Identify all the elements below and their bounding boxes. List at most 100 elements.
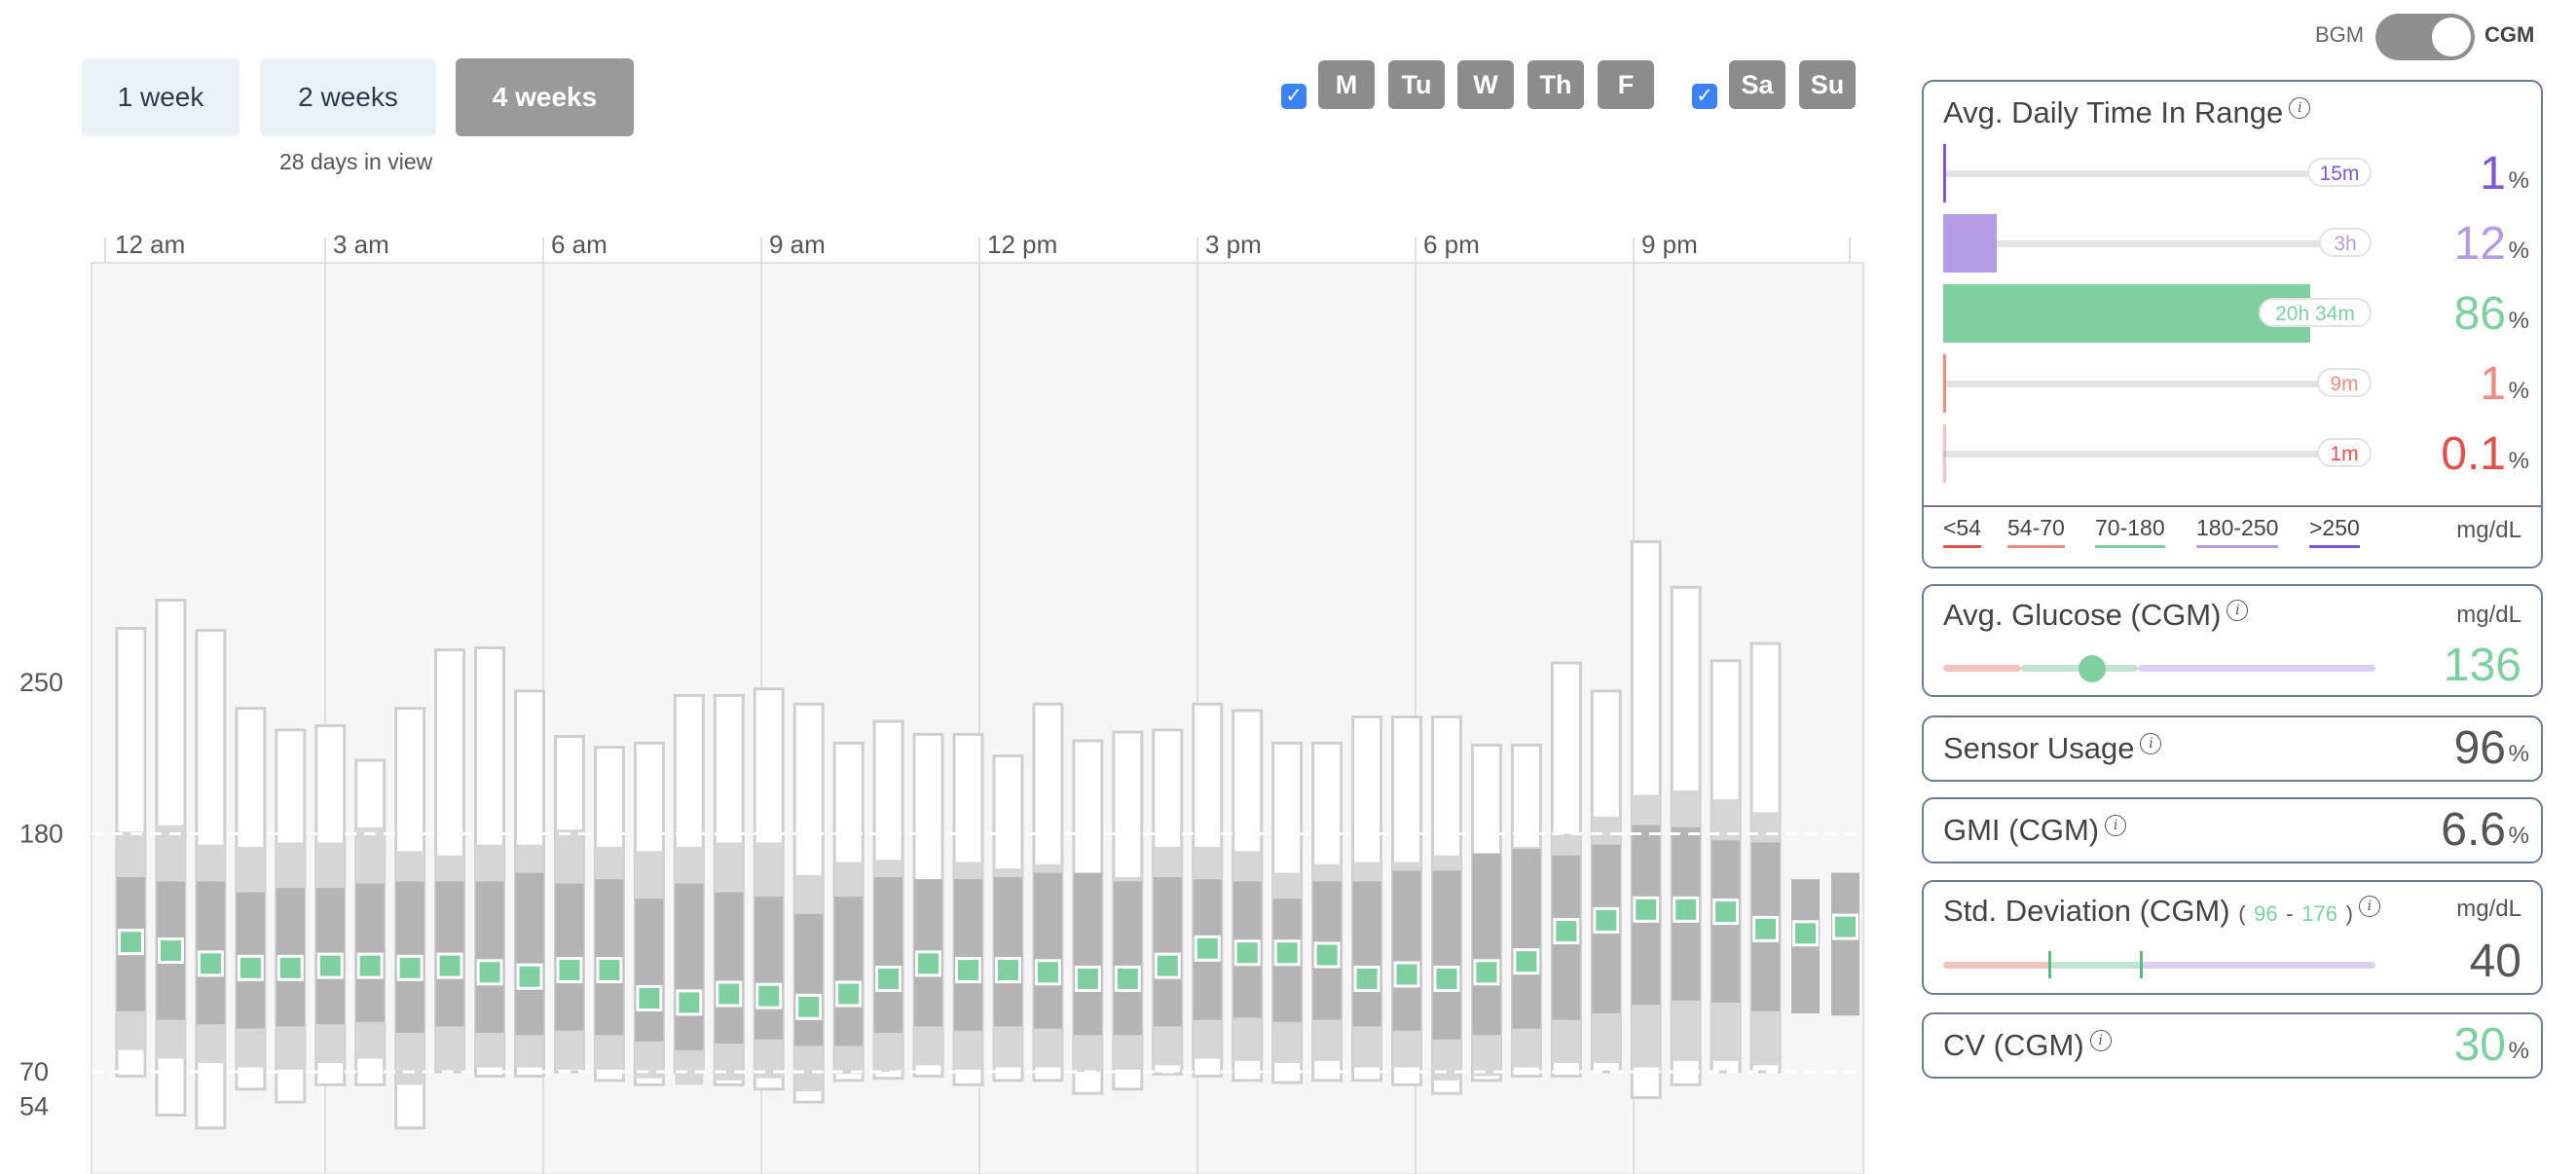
box-median — [1712, 899, 1740, 926]
one-week-button[interactable]: 1 week — [82, 58, 239, 136]
day-chip-tuesday[interactable]: Tu — [1388, 60, 1445, 109]
info-icon[interactable]: i — [2358, 895, 2380, 917]
std-deviation-title: Std. Deviation (CGM) ( 96 - 176 ) i — [1943, 894, 2380, 929]
box-median — [1473, 959, 1500, 986]
box-median — [117, 929, 144, 956]
tir-bar — [1943, 424, 1946, 483]
box-25-75 — [1472, 853, 1501, 1036]
day-chip-thursday[interactable]: Th — [1527, 60, 1584, 109]
cgm-label: CGM — [2484, 22, 2535, 47]
box-median — [1233, 939, 1261, 967]
box-25-75 — [635, 899, 664, 1042]
x-tick-label: 12 pm — [987, 230, 1057, 259]
bgm-cgm-toggle[interactable] — [2375, 14, 2475, 60]
range-bar-low — [1943, 962, 2050, 969]
box-median — [596, 957, 623, 984]
box-25-75 — [1352, 881, 1381, 1027]
info-icon[interactable]: i — [2289, 96, 2311, 119]
sensor-usage-panel: Sensor Usage i 96 % — [1922, 715, 2543, 782]
box-25-75 — [1113, 881, 1142, 1036]
box-median — [835, 980, 863, 1008]
std-low-marker — [2048, 951, 2051, 978]
range-bar-target — [2050, 962, 2142, 969]
box-median — [676, 989, 703, 1016]
box-median — [556, 957, 583, 984]
box-median — [875, 965, 902, 992]
box-median — [1752, 915, 1780, 942]
box-median — [396, 954, 423, 981]
time-in-range-panel: Avg. Daily Time In Range i 15m 1% 3h 12% 20h … — [1922, 80, 2543, 569]
percent-sign: % — [2508, 823, 2529, 849]
box-median — [1792, 920, 1820, 947]
box-median — [157, 937, 184, 965]
gmi-panel: GMI (CGM) i 6.6 % — [1922, 797, 2543, 863]
box-25-75 — [515, 872, 544, 1036]
percent-sign: % — [2508, 741, 2529, 767]
x-tick-label: 6 pm — [1423, 230, 1480, 259]
avg-glucose-marker — [2079, 655, 2106, 682]
tir-track — [1943, 240, 2372, 247]
tir-duration-pill: 1m — [2317, 438, 2372, 467]
tir-duration-pill: 20h 34m — [2259, 298, 2372, 327]
percent-sign: % — [2508, 448, 2529, 474]
std-deviation-unit: mg/dL — [2456, 896, 2521, 922]
tir-duration-pill: 3h — [2319, 228, 2372, 257]
day-chip-sunday[interactable]: Su — [1799, 60, 1856, 109]
percent-sign: % — [2508, 1038, 2529, 1064]
x-tick-label: 9 am — [769, 230, 826, 259]
box-median — [516, 963, 543, 990]
weekdays-checkbox[interactable]: ✓ — [1281, 84, 1306, 109]
box-median — [316, 952, 344, 979]
info-icon[interactable]: i — [2226, 599, 2249, 621]
two-weeks-button[interactable]: 2 weeks — [260, 58, 436, 136]
y-tick-label: 54 — [19, 1092, 49, 1121]
time-in-range-title: Avg. Daily Time In Range i — [1943, 95, 2311, 130]
day-chip-friday[interactable]: F — [1598, 60, 1654, 109]
box-25-75 — [1153, 877, 1182, 1027]
box-median — [994, 957, 1021, 984]
glucose-trends-chart: 12 am 3 am 6 am 9 am 12 pm 3 pm 6 pm 9 pm 250 180… — [19, 230, 1864, 1174]
box-median — [1154, 952, 1181, 979]
avg-glucose-unit: mg/dL — [2456, 602, 2521, 628]
box-25-75 — [1392, 870, 1421, 1031]
box-25-75 — [1073, 872, 1102, 1036]
box-median — [1353, 965, 1380, 992]
box-median — [1074, 965, 1101, 992]
toggle-knob — [2432, 18, 2471, 56]
range-bar-high — [2142, 962, 2375, 969]
info-icon[interactable]: i — [2089, 1029, 2112, 1051]
range-bar-high — [2138, 665, 2375, 672]
box-median — [716, 980, 743, 1008]
day-chip-wednesday[interactable]: W — [1457, 60, 1514, 109]
percent-sign: % — [2508, 238, 2529, 264]
x-tick-label: 3 pm — [1205, 230, 1262, 259]
box-25-75 — [715, 892, 744, 1045]
box-median — [476, 959, 503, 986]
day-chip-saturday[interactable]: Sa — [1729, 60, 1785, 109]
sensor-usage-title: Sensor Usage i — [1943, 731, 2162, 766]
cv-value: 30 — [2453, 1019, 2506, 1071]
info-icon[interactable]: i — [2105, 814, 2127, 836]
y-tick-label: 180 — [19, 820, 63, 849]
box-median — [1633, 896, 1660, 923]
four-weeks-button[interactable]: 4 weeks — [456, 58, 634, 136]
x-tick-label: 3 am — [333, 230, 389, 259]
weekend-checkbox[interactable]: ✓ — [1692, 84, 1717, 109]
box-25-75 — [475, 881, 504, 1033]
box-median — [1433, 965, 1460, 992]
avg-glucose-panel: Avg. Glucose (CGM) i mg/dL 136 — [1922, 584, 2543, 697]
box-median — [1553, 918, 1580, 945]
tir-duration-pill: 9m — [2317, 368, 2372, 397]
box-median — [1832, 913, 1859, 940]
tir-percent-value: 0.1 — [2441, 428, 2506, 480]
box-25-75 — [675, 883, 704, 1050]
box-median — [1393, 961, 1420, 988]
std-deviation-panel: Std. Deviation (CGM) ( 96 - 176 ) i mg/dL… — [1922, 880, 2543, 995]
day-chip-monday[interactable]: M — [1318, 60, 1375, 109]
y-tick-label: 250 — [19, 668, 63, 697]
tir-percent-value: 12 — [2453, 218, 2506, 270]
y-tick-label: 70 — [19, 1057, 49, 1086]
box-median — [1194, 935, 1221, 962]
box-25-75 — [874, 877, 903, 1033]
info-icon[interactable]: i — [2140, 732, 2162, 754]
